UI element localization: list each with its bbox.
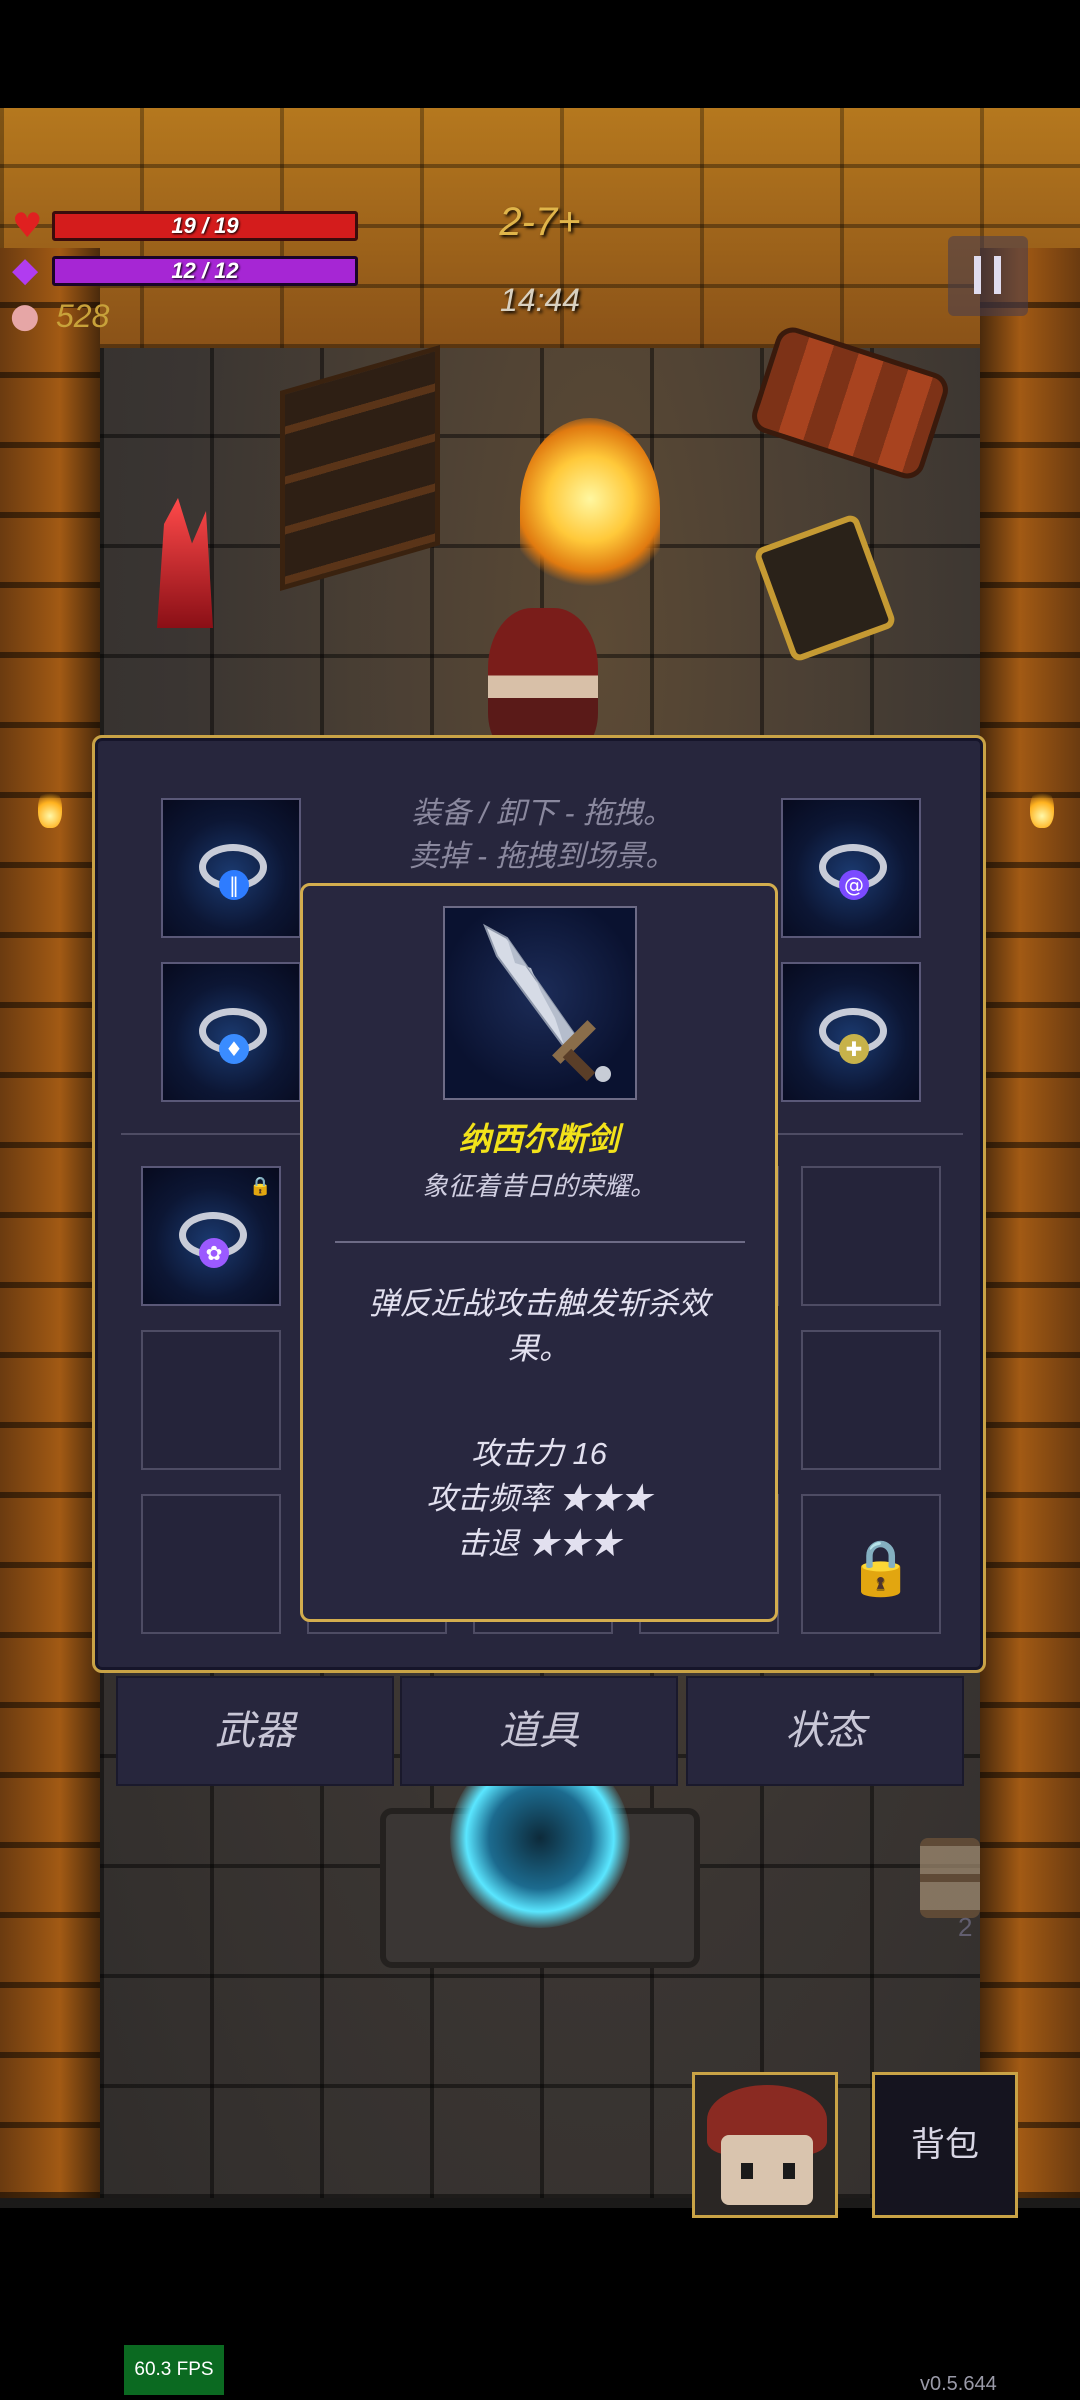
heart-icon: ♥ <box>12 206 43 246</box>
dungeon-right-wall <box>980 248 1080 2198</box>
item-effect: 弹反近战攻击触发斩杀效果。 <box>368 1286 710 1366</box>
wall-torch-right-icon <box>1030 788 1054 828</box>
mana-crystal-icon: ◆ <box>12 250 39 290</box>
ring-blue-flame-icon: ♦ <box>219 1034 249 1064</box>
pause-icon <box>974 256 981 294</box>
backpack-slot-locked[interactable]: 🔒 <box>801 1494 941 1634</box>
ring-blue-pause-icon: ‖ <box>219 870 249 900</box>
dungeon-left-wall <box>0 248 100 2198</box>
version-label: v0.5.644 <box>920 2373 997 2395</box>
item-stat-attack: 攻击力 16 <box>470 1436 608 1471</box>
ring-gold-icon: ✚ <box>839 1034 869 1064</box>
equipped-ring-slot-2[interactable]: @ <box>781 798 921 938</box>
pause-icon-bar <box>994 256 1001 294</box>
item-stat-attack-rate: 攻击频率 ★★★ <box>426 1481 652 1516</box>
character-portrait-button[interactable] <box>692 2072 838 2218</box>
portrait-eye <box>783 2163 795 2179</box>
item-tooltip: 纳西尔断剑 象征着昔日的荣耀。 弹反近战攻击触发斩杀效果。 攻击力 16 攻击频… <box>300 883 778 1622</box>
broken-sword-icon <box>443 906 637 1100</box>
equipped-ring-slot-4[interactable]: ✚ <box>781 962 921 1102</box>
backpack-slot-1[interactable]: ✿ 🔒 <box>141 1166 281 1306</box>
portrait-eye <box>741 2163 753 2179</box>
hp-bar: 19 / 19 <box>52 211 358 241</box>
ring-purple-swirl-icon: @ <box>839 870 869 900</box>
equipped-ring-slot-3[interactable]: ♦ <box>161 962 301 1102</box>
hourglass-icon[interactable] <box>920 1838 980 1918</box>
item-stat-knockback: 击退 ★★★ <box>457 1526 621 1561</box>
lock-icon: 🔒 <box>847 1536 915 1599</box>
run-timer: 14:44 <box>499 282 581 318</box>
hourglass-count: 2 <box>958 1912 973 1942</box>
pause-button[interactable] <box>948 236 1028 316</box>
item-name: 纳西尔断剑 <box>458 1121 619 1157</box>
ring-purple-flower-icon: ✿ <box>199 1238 229 1268</box>
hp-text: 19 / 19 <box>171 213 239 238</box>
fps-counter: 60.3 FPS <box>124 2345 224 2395</box>
mp-text: 12 / 12 <box>171 258 239 283</box>
equipped-ring-slot-1[interactable]: ‖ <box>161 798 301 938</box>
tooltip-separator <box>335 1241 745 1243</box>
fire-brazier <box>520 418 660 598</box>
backpack-slot-11[interactable] <box>141 1494 281 1634</box>
lock-icon: 🔒 <box>249 1176 272 1197</box>
pig-coin-icon: ● <box>10 296 40 336</box>
item-description: 象征着昔日的荣耀。 <box>421 1171 656 1201</box>
coin-count: 528 <box>56 298 110 334</box>
backpack-slot-10[interactable] <box>801 1330 941 1470</box>
backpack-slot-6[interactable] <box>141 1330 281 1470</box>
tab-status[interactable]: 状态 <box>686 1676 964 1786</box>
tab-weapons[interactable]: 武器 <box>116 1676 394 1786</box>
portrait-face <box>721 2135 813 2205</box>
level-indicator: 2-7+ <box>499 200 581 244</box>
wall-torch-left-icon <box>38 788 62 828</box>
mp-bar: 12 / 12 <box>52 256 358 286</box>
tab-items[interactable]: 道具 <box>400 1676 678 1786</box>
backpack-slot-5[interactable] <box>801 1166 941 1306</box>
backpack-button[interactable]: 背包 <box>872 2072 1018 2218</box>
